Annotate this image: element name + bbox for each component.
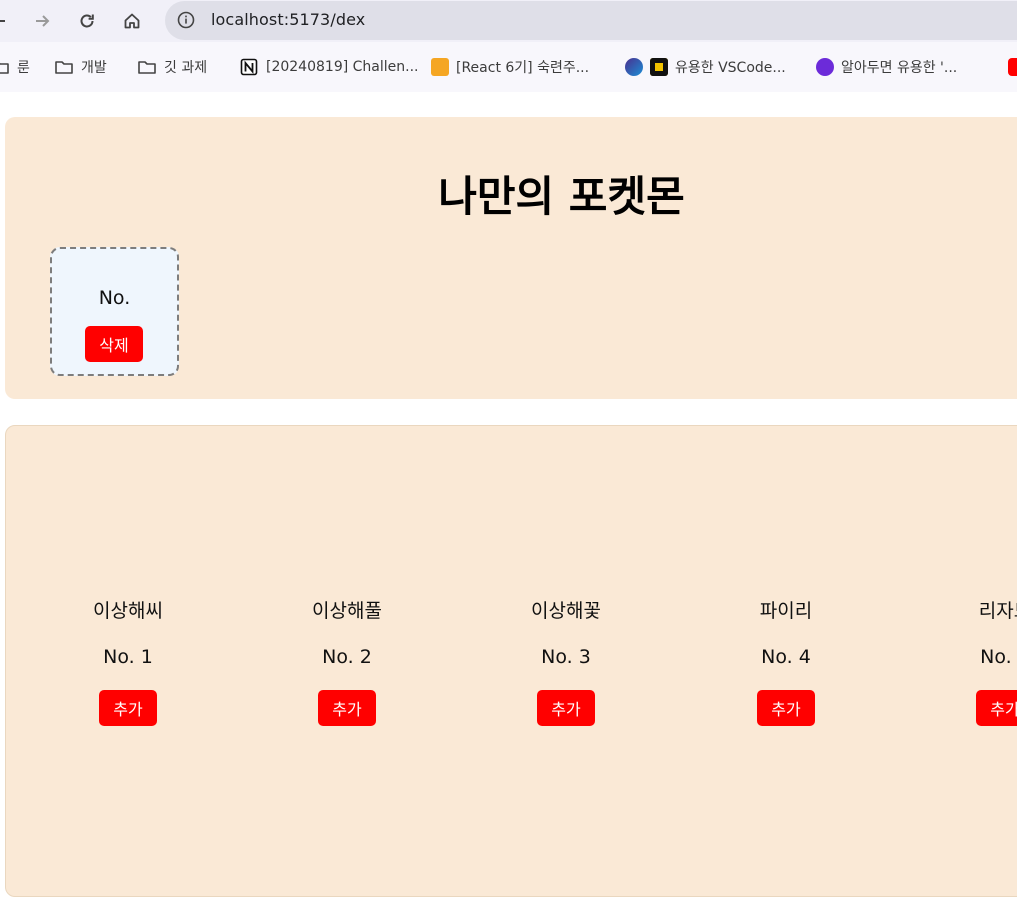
youtube-icon [1008, 58, 1017, 76]
pokemon-name: 리자드 [978, 600, 1017, 622]
url-text: localhost:5173/dex [211, 10, 366, 29]
bookmark-vscode[interactable]: 유용한 VSCode... [625, 56, 786, 78]
folder-icon [55, 61, 73, 74]
browser-toolbar: localhost:5173/dex [0, 0, 1017, 42]
pokemon-number: No. 1 [103, 646, 153, 668]
bookmark-useful[interactable]: 알아두면 유용한 '... [816, 56, 957, 78]
bookmarks-bar: 룬 개발 깃 과제 [20240819] Challen... [React 6… [0, 42, 1017, 92]
bookmark-label: 개발 [81, 60, 107, 76]
folder-icon [138, 61, 156, 74]
site-icon [650, 58, 668, 76]
pokemon-number: No. 3 [541, 646, 591, 668]
bookmark-folder-dev[interactable]: 개발 [54, 56, 107, 78]
address-bar[interactable]: localhost:5173/dex [165, 1, 1017, 40]
vscode-site-icon [625, 58, 643, 76]
home-icon [124, 13, 140, 29]
home-button[interactable] [117, 6, 147, 36]
pokemon-card: 파이리 No. 4 추가 [711, 596, 861, 728]
pokemon-name: 이상해풀 [312, 600, 382, 622]
bookmark-challenge[interactable]: [20240819] Challen... [239, 56, 418, 78]
pokemon-card: 이상해꽃 No. 3 추가 [491, 596, 641, 728]
slot-number: No. [98, 287, 131, 309]
bookmark-label: 알아두면 유용한 '... [841, 60, 958, 76]
folder-icon [0, 62, 9, 74]
add-button[interactable]: 추가 [757, 690, 815, 726]
pokemon-number: No. 5 [980, 646, 1017, 668]
bookmark-label: 깃 과제 [164, 60, 208, 76]
bookmark-label: [React 6기] 숙련주... [456, 60, 590, 76]
add-button[interactable]: 추가 [976, 690, 1017, 726]
pokemon-name: 이상해꽃 [531, 600, 601, 622]
pokemon-number: No. 4 [761, 646, 811, 668]
pokemon-card: 이상해풀 No. 2 추가 [272, 596, 422, 728]
pokemon-number: No. 2 [322, 646, 372, 668]
forward-button[interactable] [27, 6, 57, 36]
pokemon-name: 파이리 [759, 600, 813, 622]
bookmark-folder-rune[interactable]: 룬 [0, 56, 30, 78]
site-info-icon[interactable] [177, 11, 195, 29]
site-icon [816, 58, 834, 76]
arrow-right-icon [36, 15, 50, 27]
bookmark-label: 룬 [17, 60, 30, 76]
notion-icon [240, 58, 258, 76]
delete-button[interactable]: 삭제 [85, 326, 143, 362]
book-icon [431, 58, 449, 76]
bookmark-folder-git[interactable]: 깃 과제 [137, 56, 207, 78]
pokemon-name: 이상해씨 [93, 600, 163, 622]
bookmark-label: [20240819] Challen... [266, 59, 419, 75]
pokemon-card: 리자드 No. 5 추가 [930, 596, 1017, 728]
add-button[interactable]: 추가 [318, 690, 376, 726]
bookmark-react[interactable]: [React 6기] 숙련주... [431, 56, 589, 78]
reload-button[interactable] [72, 6, 102, 36]
add-button[interactable]: 추가 [99, 690, 157, 726]
reload-icon [80, 14, 94, 28]
add-button[interactable]: 추가 [537, 690, 595, 726]
back-button[interactable] [0, 6, 14, 36]
bookmark-label: 유용한 VSCode... [675, 60, 786, 76]
pokemon-slot: No. 삭제 [50, 247, 179, 376]
page-title: 나만의 포켓몬 [438, 172, 685, 221]
arrow-left-icon [0, 20, 5, 22]
bookmark-youtube[interactable] [1008, 56, 1017, 78]
pokemon-card: 이상해씨 No. 1 추가 [53, 596, 203, 728]
